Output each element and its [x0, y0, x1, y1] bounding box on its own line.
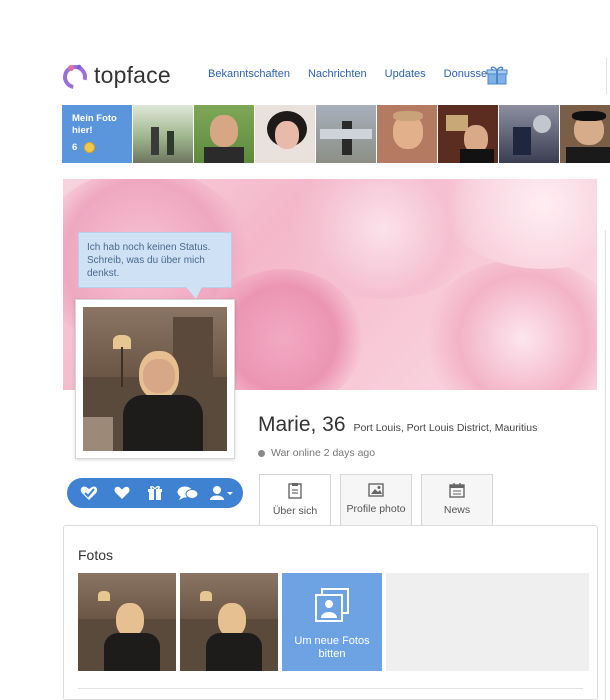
heart-icon	[114, 486, 130, 499]
coin-count: 6	[72, 142, 78, 153]
status-bubble-tail	[186, 287, 202, 299]
action-bar	[67, 478, 243, 508]
topface-logo[interactable]: topface	[62, 62, 171, 89]
logo-icon	[63, 64, 87, 89]
strip-thumb[interactable]	[377, 105, 437, 163]
fotos-title: Fotos	[78, 547, 114, 563]
calendar-icon	[449, 483, 465, 498]
nav-donusse[interactable]: Donusse	[444, 68, 487, 80]
online-status: War online 2 days ago	[258, 447, 375, 459]
tab-news[interactable]: News	[421, 474, 493, 526]
gallery-photo[interactable]	[180, 573, 278, 671]
online-text: War online 2 days ago	[271, 447, 376, 459]
header-divider	[606, 58, 607, 94]
photo-gallery: Um neue Fotos bitten	[78, 573, 589, 671]
gift-icon[interactable]	[486, 65, 508, 85]
tab-ueber-sich[interactable]: Über sich	[259, 474, 331, 527]
chat-icon	[177, 486, 199, 500]
user-menu-button[interactable]	[204, 478, 237, 508]
strip-thumb[interactable]	[499, 105, 559, 163]
main-nav: Bekanntschaften Nachrichten Updates Donu…	[208, 68, 487, 80]
request-new-photos-label: Um neue Fotos bitten	[294, 635, 370, 660]
right-edge-divider	[605, 230, 610, 700]
profile-name: Marie, 36	[258, 413, 346, 436]
mein-foto-label: Mein Foto hier!	[72, 113, 117, 136]
strip-thumb[interactable]	[560, 105, 610, 163]
logo-text: topface	[94, 62, 171, 88]
tab-label: Profile photo	[346, 503, 406, 515]
tab-label: News	[443, 504, 471, 516]
strip-thumb[interactable]	[438, 105, 498, 163]
favorite-button[interactable]	[106, 478, 139, 508]
gallery-photo[interactable]	[78, 573, 176, 671]
like-check-icon	[81, 486, 98, 500]
top-header: topface Bekanntschaften Nachrichten Upda…	[62, 58, 610, 94]
profile-avatar[interactable]	[75, 299, 235, 459]
mein-foto-hier-button[interactable]: Mein Foto hier! 6	[62, 105, 132, 163]
gift-icon	[147, 486, 162, 500]
send-gift-button[interactable]	[139, 478, 172, 508]
photo-frames-icon	[315, 588, 349, 622]
document-icon	[288, 483, 302, 499]
coin-icon	[84, 142, 95, 153]
status-dot-icon	[258, 449, 265, 457]
status-bubble[interactable]: Ich hab noch keinen Status. Schreib, was…	[78, 232, 232, 288]
fotos-panel: Fotos Um neue Fotos bitten	[63, 525, 598, 700]
panel-divider	[78, 688, 583, 689]
photo-strip: Mein Foto hier! 6	[62, 105, 610, 163]
strip-thumb[interactable]	[133, 105, 193, 163]
request-new-photos-button[interactable]: Um neue Fotos bitten	[282, 573, 382, 671]
strip-thumb[interactable]	[316, 105, 376, 163]
tab-label: Über sich	[272, 505, 318, 517]
strip-thumb[interactable]	[255, 105, 315, 163]
avatar-photo	[83, 307, 227, 451]
profile-location: Port Louis, Port Louis District, Mauriti…	[353, 422, 538, 434]
tab-profile-photo[interactable]: Profile photo	[340, 474, 412, 526]
nav-nachrichten[interactable]: Nachrichten	[308, 68, 367, 80]
message-button[interactable]	[171, 478, 204, 508]
gallery-empty-area	[386, 573, 589, 671]
image-icon	[368, 483, 384, 497]
user-menu-icon	[209, 486, 233, 500]
profile-heading: Marie, 36 Port Louis, Port Louis Distric…	[258, 413, 537, 437]
strip-thumb[interactable]	[194, 105, 254, 163]
like-button[interactable]	[73, 478, 106, 508]
nav-updates[interactable]: Updates	[385, 68, 426, 80]
nav-bekanntschaften[interactable]: Bekanntschaften	[208, 68, 290, 80]
